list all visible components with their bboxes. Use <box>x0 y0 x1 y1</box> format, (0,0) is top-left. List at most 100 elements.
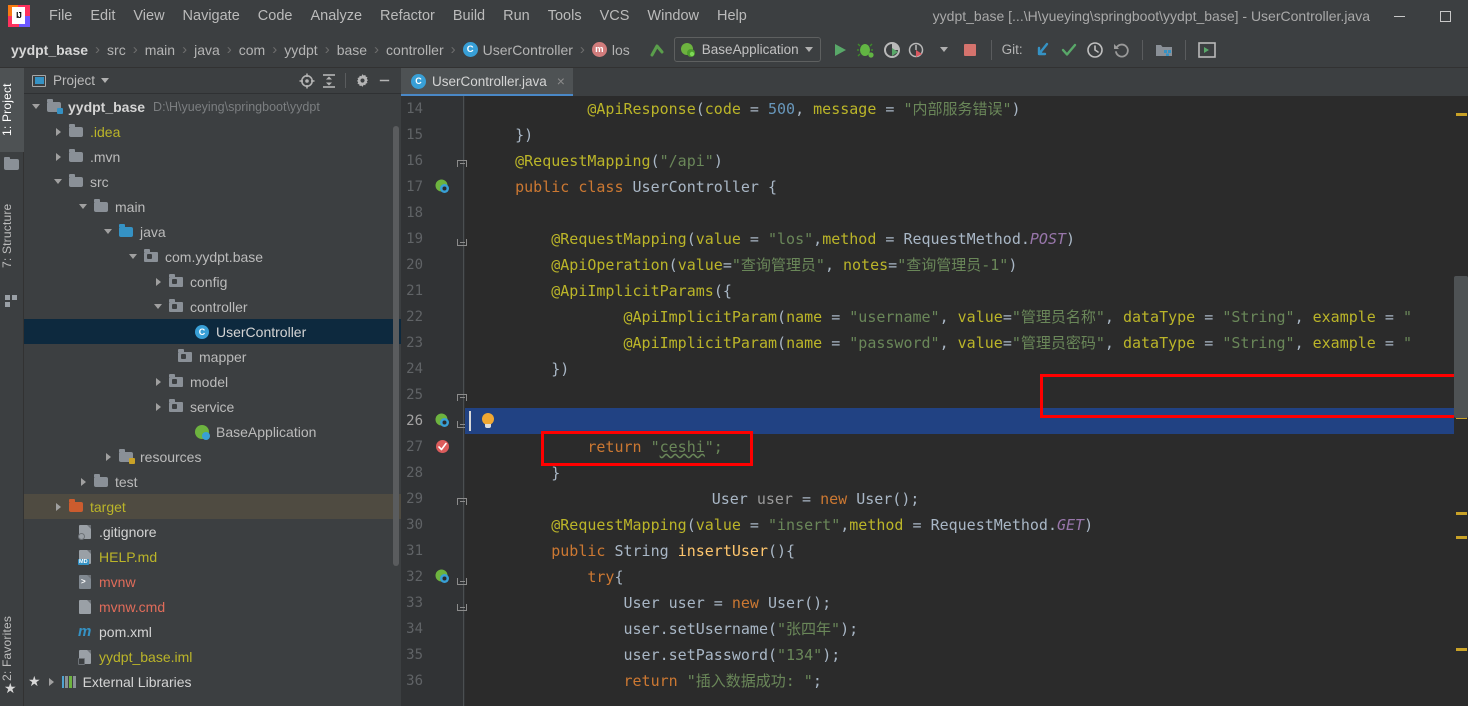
chevron-right-icon[interactable] <box>45 675 58 688</box>
tree-row-target[interactable]: target <box>24 494 401 519</box>
breakpoint-verified-icon[interactable] <box>435 439 450 454</box>
tree-row-idea[interactable]: .idea <box>24 119 401 144</box>
chevron-down-icon[interactable] <box>152 300 165 313</box>
tree-row-pom-xml[interactable]: m pom.xml <box>24 619 401 644</box>
breadcrumb-item-base[interactable]: base <box>337 42 367 58</box>
tree-row-usercontroller[interactable]: C UserController <box>24 319 401 344</box>
tree-row-external-libraries[interactable]: ★ External Libraries <box>24 669 401 694</box>
close-icon[interactable]: × <box>557 73 565 89</box>
tree-row-main[interactable]: main <box>24 194 401 219</box>
gear-icon[interactable] <box>351 70 373 92</box>
menu-tools[interactable]: Tools <box>539 4 591 28</box>
breadcrumb-item-controller[interactable]: controller <box>386 42 444 58</box>
tree-row-help-md[interactable]: MD HELP.md <box>24 544 401 569</box>
menu-build[interactable]: Build <box>444 4 494 28</box>
menu-edit[interactable]: Edit <box>81 4 124 28</box>
chevron-right-icon[interactable] <box>52 125 65 138</box>
profile-button[interactable] <box>905 37 931 63</box>
editor-marker-gutter[interactable] <box>1454 96 1468 706</box>
spring-bean-icon[interactable] <box>435 179 450 194</box>
code-editor[interactable]: 14 15 16 17 18 19 20 21 22 23 24 25 26 2… <box>401 96 1468 706</box>
menu-navigate[interactable]: Navigate <box>174 4 249 28</box>
project-tree-scrollbar[interactable] <box>393 126 399 566</box>
breadcrumb-item-java[interactable]: java <box>194 42 220 58</box>
chevron-down-icon[interactable] <box>30 100 43 113</box>
warning-marker[interactable] <box>1456 113 1467 116</box>
chevron-down-icon[interactable] <box>101 78 110 83</box>
editor-gutter[interactable]: 14 15 16 17 18 19 20 21 22 23 24 25 26 2… <box>401 96 467 706</box>
search-everywhere-button[interactable] <box>1194 37 1220 63</box>
run-configuration-selector[interactable]: BaseApplication <box>673 37 821 62</box>
tree-row-baseapplication[interactable]: BaseApplication <box>24 419 401 444</box>
breadcrumb-item-com[interactable]: com <box>239 42 265 58</box>
run-button[interactable] <box>827 37 853 63</box>
minimize-button[interactable] <box>1376 1 1422 31</box>
chevron-right-icon[interactable] <box>52 150 65 163</box>
chevron-down-icon[interactable] <box>102 225 115 238</box>
tree-row-src[interactable]: src <box>24 169 401 194</box>
chevron-right-icon[interactable] <box>77 475 90 488</box>
select-opened-file-icon[interactable] <box>296 70 318 92</box>
spring-request-mapping-icon[interactable] <box>435 569 450 584</box>
tree-row-yydpt-base[interactable]: yydpt_base D:\H\yueying\springboot\yydpt <box>24 94 401 119</box>
menu-help[interactable]: Help <box>708 4 756 28</box>
tree-row-test[interactable]: test <box>24 469 401 494</box>
tab-usercontroller-java[interactable]: C UserController.java × <box>401 68 573 96</box>
menu-view[interactable]: View <box>124 4 173 28</box>
menu-window[interactable]: Window <box>638 4 708 28</box>
hide-panel-icon[interactable] <box>373 70 395 92</box>
collapse-all-icon[interactable] <box>318 70 340 92</box>
breadcrumb-item-main[interactable]: main <box>145 42 175 58</box>
debug-button[interactable] <box>853 37 879 63</box>
breadcrumb-item-project[interactable]: yydpt_base <box>11 42 88 58</box>
git-update-project-button[interactable] <box>1030 37 1056 63</box>
tree-row-yydpt-base-iml[interactable]: yydpt_base.iml <box>24 644 401 669</box>
chevron-right-icon[interactable] <box>152 375 165 388</box>
menu-analyze[interactable]: Analyze <box>301 4 371 28</box>
chevron-right-icon[interactable] <box>52 500 65 513</box>
chevron-down-icon[interactable] <box>127 250 140 263</box>
git-history-button[interactable] <box>1082 37 1108 63</box>
lightbulb-icon[interactable] <box>481 413 495 429</box>
menu-vcs[interactable]: VCS <box>591 4 639 28</box>
chevron-right-icon[interactable] <box>152 275 165 288</box>
warning-marker[interactable] <box>1456 512 1467 515</box>
tree-row-mvnw-cmd[interactable]: mvnw.cmd <box>24 594 401 619</box>
chevron-down-icon[interactable] <box>52 175 65 188</box>
tree-row-java[interactable]: java <box>24 219 401 244</box>
run-with-coverage-button[interactable] <box>879 37 905 63</box>
tree-row-mvn[interactable]: .mvn <box>24 144 401 169</box>
maximize-button[interactable] <box>1422 1 1468 31</box>
chevron-down-icon[interactable] <box>77 200 90 213</box>
profile-dropdown-arrow[interactable] <box>931 37 957 63</box>
sidebar-item-project[interactable]: 1: Project <box>0 68 24 152</box>
menu-refactor[interactable]: Refactor <box>371 4 444 28</box>
tree-row-mapper[interactable]: mapper <box>24 344 401 369</box>
editor-vertical-scrollbar[interactable] <box>1454 276 1468 418</box>
breadcrumb-item-yydpt[interactable]: yydpt <box>284 42 317 58</box>
menu-code[interactable]: Code <box>249 4 302 28</box>
chevron-right-icon[interactable] <box>102 450 115 463</box>
breadcrumb-item-src[interactable]: src <box>107 42 126 58</box>
tree-row-resources[interactable]: resources <box>24 444 401 469</box>
sidebar-item-structure[interactable]: 7: Structure <box>0 186 24 286</box>
code-text[interactable]: @ApiResponse(code = 500, message = "内部服务… <box>465 96 1468 706</box>
stop-button[interactable] <box>957 37 983 63</box>
spring-request-mapping-icon[interactable] <box>435 413 450 428</box>
menu-run[interactable]: Run <box>494 4 539 28</box>
tree-row-com-yydpt-base[interactable]: com.yydpt.base <box>24 244 401 269</box>
warning-marker[interactable] <box>1456 536 1467 539</box>
tree-row-config[interactable]: config <box>24 269 401 294</box>
build-button[interactable] <box>644 37 670 63</box>
git-revert-button[interactable] <box>1108 37 1134 63</box>
tree-row-model[interactable]: model <box>24 369 401 394</box>
tree-row-controller[interactable]: controller <box>24 294 401 319</box>
breadcrumb-item-usercontroller[interactable]: C UserController <box>462 42 573 58</box>
tree-row-mvnw[interactable]: > mvnw <box>24 569 401 594</box>
menu-file[interactable]: File <box>40 4 81 28</box>
chevron-right-icon[interactable] <box>152 400 165 413</box>
tree-row-service[interactable]: service <box>24 394 401 419</box>
git-commit-button[interactable] <box>1056 37 1082 63</box>
breadcrumb-item-los[interactable]: m los <box>591 42 630 58</box>
tree-row-gitignore[interactable]: .gitignore <box>24 519 401 544</box>
